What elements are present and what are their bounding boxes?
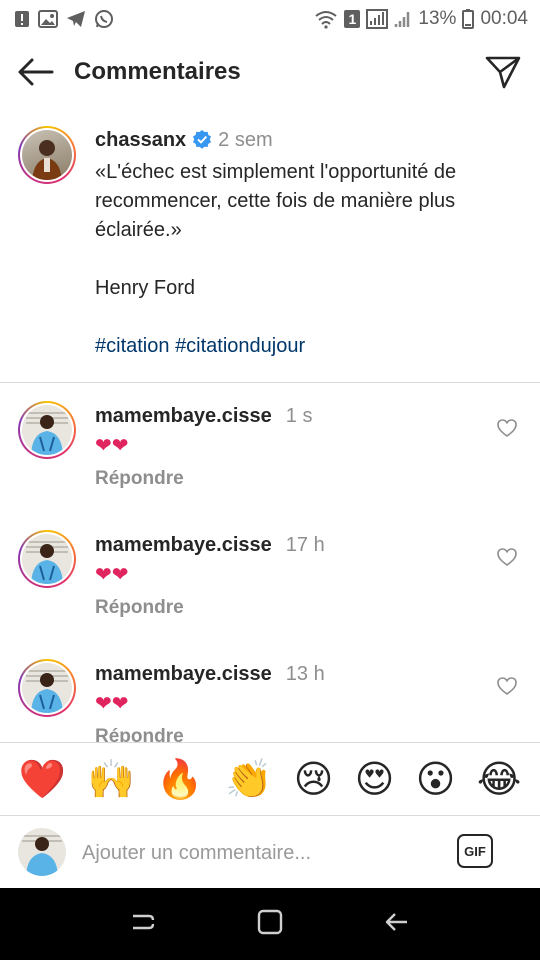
comment-time: 13 h: [285, 663, 325, 685]
caption-avatar[interactable]: [18, 126, 76, 184]
signal-no-data-icon: [366, 9, 389, 29]
reply-button[interactable]: Répondre: [95, 596, 184, 620]
heart-like-icon[interactable]: [496, 675, 518, 697]
gif-button[interactable]: GIF: [457, 834, 493, 868]
caption-quote: «L'échec est simplement l'opportunité de…: [95, 161, 457, 241]
gallery-icon: [38, 10, 58, 28]
share-send-icon[interactable]: [484, 54, 522, 90]
comment-input[interactable]: Ajouter un commentaire...: [82, 840, 311, 866]
comment-text: ❤❤: [95, 693, 129, 715]
caption: chassanx 2 sem «L'échec est simplement l'…: [0, 120, 540, 382]
hashtag-link[interactable]: #citationdujour: [175, 335, 305, 357]
comment-item: mamembaye.cisse 17 h ❤❤ Répondre: [0, 512, 540, 641]
page-title: Commentaires: [74, 58, 241, 85]
emoji-heart-button[interactable]: ❤️: [19, 757, 66, 801]
recent-apps-icon[interactable]: [129, 908, 157, 941]
hashtag-link[interactable]: #citation: [95, 335, 170, 357]
battery-percent: 13%: [418, 8, 457, 29]
alert-icon: [14, 10, 30, 28]
caption-author: Henry Ford: [95, 277, 196, 299]
comment-item: mamembaye.cisse 13 h ❤❤ Répondre: [0, 641, 540, 742]
heart-like-icon[interactable]: [496, 417, 518, 439]
comment-list[interactable]: mamembaye.cisse 1 s ❤❤ Répondre mamembaye…: [0, 383, 540, 742]
caption-time: 2 sem: [218, 129, 273, 151]
clock: 00:04: [480, 8, 528, 29]
emoji-surprised-button[interactable]: 😮: [416, 757, 456, 801]
battery-icon: [462, 9, 475, 29]
comment-text: ❤❤: [95, 564, 129, 586]
caption-username[interactable]: chassanx: [95, 129, 186, 151]
comment-composer: Ajouter un commentaire... GIF: [0, 816, 540, 888]
emoji-heart-eyes-button[interactable]: 😍: [355, 757, 395, 801]
my-avatar: [18, 828, 66, 876]
header: Commentaires: [0, 44, 540, 100]
comment-avatar[interactable]: [18, 530, 76, 588]
whatsapp-icon: [94, 9, 114, 29]
heart-like-icon[interactable]: [496, 546, 518, 568]
comment-username[interactable]: mamembaye.cisse: [95, 663, 272, 685]
comment-username[interactable]: mamembaye.cisse: [95, 534, 272, 556]
comment-time: 17 h: [285, 534, 325, 556]
comment-avatar[interactable]: [18, 659, 76, 717]
comment-item: mamembaye.cisse 1 s ❤❤ Répondre: [0, 383, 540, 512]
emoji-fire-button[interactable]: 🔥: [156, 757, 203, 801]
comment-text: ❤❤: [95, 435, 129, 457]
emoji-clapping-button[interactable]: 👏: [225, 757, 272, 801]
back-nav-icon[interactable]: [383, 908, 411, 941]
wifi-icon: [314, 9, 338, 29]
reply-button[interactable]: Répondre: [95, 467, 184, 491]
emoji-reaction-bar: ❤️ 🙌 🔥 👏 😢 😍 😮 😂: [0, 742, 540, 816]
emoji-crying-button[interactable]: 😢: [294, 757, 334, 801]
comment-username[interactable]: mamembaye.cisse: [95, 405, 272, 427]
telegram-icon: [66, 10, 86, 28]
status-bar: 1 13% 00:04: [0, 0, 540, 38]
emoji-laughing-button[interactable]: 😂: [477, 757, 521, 801]
reply-button[interactable]: Répondre: [95, 725, 184, 742]
emoji-raising-hands-button[interactable]: 🙌: [87, 757, 134, 801]
comment-time: 1 s: [285, 405, 313, 427]
system-nav-bar: [0, 888, 540, 960]
comment-avatar[interactable]: [18, 401, 76, 459]
signal-icon: [394, 9, 412, 29]
home-icon[interactable]: [256, 908, 284, 941]
back-arrow-icon[interactable]: [16, 56, 56, 88]
verified-badge-icon: [192, 129, 212, 158]
sim-badge-icon: 1: [344, 10, 361, 28]
